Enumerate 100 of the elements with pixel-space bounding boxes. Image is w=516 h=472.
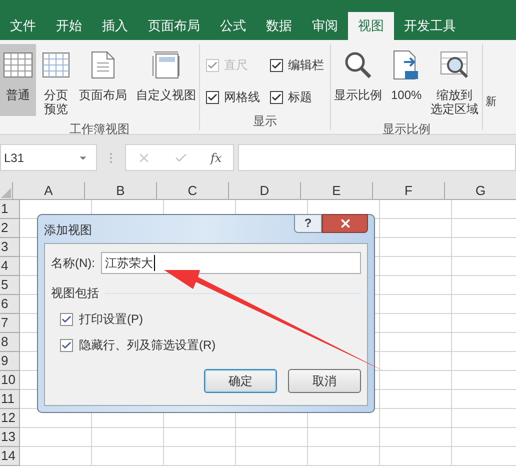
table-cell[interactable]: [380, 219, 452, 238]
name-box[interactable]: L31: [0, 144, 97, 171]
table-cell[interactable]: [20, 428, 92, 447]
button-label: 页面布局: [79, 88, 127, 102]
table-cell[interactable]: [308, 447, 380, 466]
ribbon-tab[interactable]: 插入: [92, 12, 138, 40]
column-header[interactable]: A: [13, 182, 85, 199]
table-cell[interactable]: [92, 428, 164, 447]
row-header[interactable]: 13: [0, 428, 20, 447]
table-cell[interactable]: [380, 257, 452, 276]
checkbox-label: 直尺: [224, 57, 248, 74]
row-header[interactable]: 3: [0, 238, 20, 257]
row-header[interactable]: 4: [0, 257, 20, 276]
ribbon-button[interactable]: 缩放到 选定区域: [428, 44, 482, 116]
table-cell[interactable]: [380, 371, 452, 390]
checkbox[interactable]: [60, 312, 73, 326]
table-cell[interactable]: [236, 447, 308, 466]
table-cell[interactable]: [308, 428, 380, 447]
window-icon: [151, 51, 181, 79]
ribbon-button[interactable]: 显示比例: [331, 44, 385, 116]
ribbon-tab[interactable]: 视图: [348, 12, 394, 40]
page-break-icon: [42, 52, 70, 78]
group-label: 工作簿视图: [68, 121, 130, 138]
table-cell[interactable]: [380, 447, 452, 466]
row-header[interactable]: 1: [0, 200, 20, 219]
help-button[interactable]: ?: [294, 214, 322, 233]
group-label: 显示比例: [381, 121, 432, 138]
column-header[interactable]: C: [157, 182, 229, 199]
row-header[interactable]: 8: [0, 333, 20, 352]
close-icon: [338, 217, 352, 230]
column-header[interactable]: E: [301, 182, 373, 199]
button-label: 分页 预览: [44, 88, 68, 116]
button-label: 显示比例: [334, 88, 382, 102]
checkbox-label: 网格线: [224, 89, 260, 106]
table-cell[interactable]: [164, 447, 236, 466]
formula-field[interactable]: [238, 144, 516, 171]
checkbox[interactable]: [270, 58, 283, 72]
checkbox-label: 隐藏行、列及筛选设置(R): [79, 337, 216, 354]
ribbon-tab[interactable]: 文件: [0, 12, 46, 40]
row-header[interactable]: 6: [0, 295, 20, 314]
ribbon-button[interactable]: 页面布局: [76, 44, 130, 116]
dialog-button[interactable]: 确定: [204, 369, 277, 393]
row-header[interactable]: 11: [0, 390, 20, 409]
table-cell[interactable]: [20, 447, 92, 466]
ribbon-button[interactable]: 自定义视图: [133, 44, 199, 116]
table-cell[interactable]: [380, 333, 452, 352]
ribbon-tab[interactable]: 页面布局: [138, 12, 210, 40]
table-cell[interactable]: [236, 428, 308, 447]
table-cell[interactable]: [380, 238, 452, 257]
checkbox-label: 编辑栏: [288, 57, 324, 74]
button-label: 自定义视图: [136, 88, 196, 102]
column-header[interactable]: G: [445, 182, 516, 199]
insert-function-button[interactable]: fx: [210, 148, 222, 166]
magnifier-icon: [344, 51, 372, 79]
button-label: 100%: [391, 88, 422, 102]
row-header[interactable]: 7: [0, 314, 20, 333]
table-cell[interactable]: [380, 276, 452, 295]
zoom-selection-icon: [440, 51, 470, 79]
row-header[interactable]: 9: [0, 352, 20, 371]
ribbon-button[interactable]: 100%: [388, 44, 425, 116]
row-header[interactable]: 10: [0, 371, 20, 390]
table-cell[interactable]: [380, 390, 452, 409]
table-cell[interactable]: [380, 428, 452, 447]
column-header[interactable]: D: [229, 182, 301, 199]
checkbox[interactable]: [206, 90, 219, 104]
checkbox-label: 打印设置(P): [79, 311, 143, 328]
checkbox[interactable]: [270, 90, 283, 104]
column-header[interactable]: B: [85, 182, 157, 199]
close-button[interactable]: [322, 214, 368, 233]
row-header[interactable]: 12: [0, 409, 20, 428]
ribbon-button[interactable]: 普通: [0, 44, 36, 116]
dialog-button[interactable]: 取消: [288, 369, 361, 393]
ribbon-tab[interactable]: 开始: [46, 12, 92, 40]
name-label: 名称(N):: [51, 255, 95, 272]
page-icon: [91, 51, 115, 79]
row-header[interactable]: 2: [0, 219, 20, 238]
ribbon-tab[interactable]: 数据: [256, 12, 302, 40]
table-cell[interactable]: [380, 409, 452, 428]
table-cell[interactable]: [380, 314, 452, 333]
group-label: 显示: [252, 113, 278, 130]
button-label: 普通: [6, 88, 30, 102]
row-header[interactable]: 14: [0, 447, 20, 466]
ribbon-tab[interactable]: 公式: [210, 12, 256, 40]
grid-icon: [3, 52, 33, 78]
table-cell[interactable]: [380, 200, 452, 219]
button-label: 缩放到 选定区域: [430, 88, 479, 116]
ribbon-tab[interactable]: 审阅: [302, 12, 348, 40]
name-field[interactable]: 江苏荣大: [101, 252, 361, 274]
page-arrow-icon: [393, 50, 420, 80]
checkbox[interactable]: [60, 338, 73, 352]
row-header[interactable]: 5: [0, 276, 20, 295]
table-cell[interactable]: [92, 447, 164, 466]
ribbon-tab[interactable]: 开发工具: [394, 12, 466, 40]
grip-icon: [109, 152, 113, 164]
table-cell[interactable]: [164, 428, 236, 447]
table-cell[interactable]: [380, 352, 452, 371]
column-header[interactable]: F: [373, 182, 445, 199]
button-label[interactable]: 新: [486, 94, 497, 134]
ribbon-button[interactable]: 分页 预览: [39, 44, 73, 116]
table-cell[interactable]: [380, 295, 452, 314]
